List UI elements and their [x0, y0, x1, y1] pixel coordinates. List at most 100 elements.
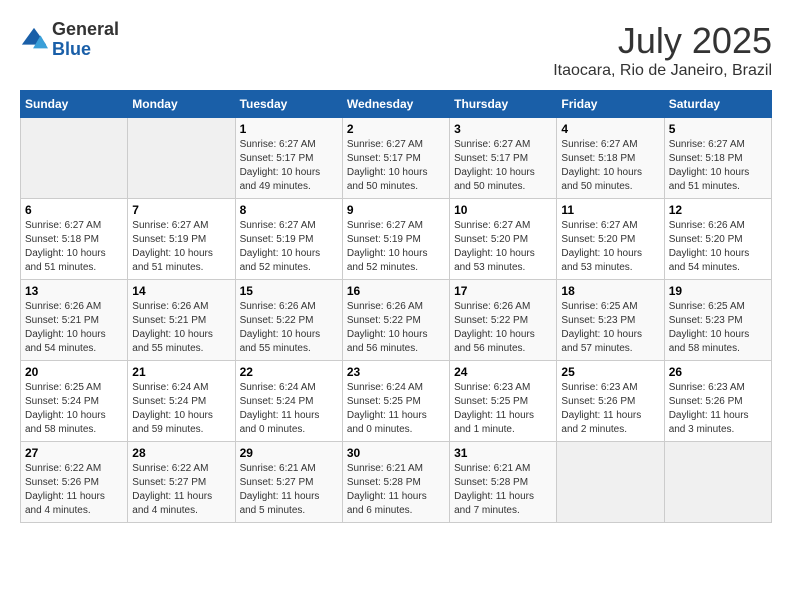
day-number: 20: [25, 365, 123, 379]
day-info: Sunrise: 6:27 AMSunset: 5:19 PMDaylight:…: [132, 219, 230, 275]
column-header-wednesday: Wednesday: [342, 91, 449, 118]
day-info: Sunrise: 6:26 AMSunset: 5:21 PMDaylight:…: [132, 300, 230, 356]
day-info: Sunrise: 6:21 AMSunset: 5:28 PMDaylight:…: [347, 462, 445, 518]
calendar-cell: 30 Sunrise: 6:21 AMSunset: 5:28 PMDayligh…: [342, 442, 449, 523]
day-number: 29: [240, 446, 338, 460]
day-info: Sunrise: 6:27 AMSunset: 5:18 PMDaylight:…: [561, 138, 659, 194]
calendar-cell: 3Sunrise: 6:27 AMSunset: 5:17 PMDaylight…: [450, 118, 557, 199]
calendar-week-row: 20 Sunrise: 6:25 AMSunset: 5:24 PMDayligh…: [21, 361, 772, 442]
calendar-cell: 31 Sunrise: 6:21 AMSunset: 5:28 PMDayligh…: [450, 442, 557, 523]
day-info: Sunrise: 6:27 AMSunset: 5:19 PMDaylight:…: [240, 219, 338, 275]
calendar-cell: 23 Sunrise: 6:24 AMSunset: 5:25 PMDayligh…: [342, 361, 449, 442]
calendar-cell: 9 Sunrise: 6:27 AMSunset: 5:19 PMDaylight…: [342, 199, 449, 280]
day-number: 7: [132, 203, 230, 217]
calendar-cell: 25 Sunrise: 6:23 AMSunset: 5:26 PMDayligh…: [557, 361, 664, 442]
day-info: Sunrise: 6:27 AMSunset: 5:20 PMDaylight:…: [561, 219, 659, 275]
day-info: Sunrise: 6:24 AMSunset: 5:25 PMDaylight:…: [347, 381, 445, 437]
day-number: 19: [669, 284, 767, 298]
day-info: Sunrise: 6:27 AMSunset: 5:18 PMDaylight:…: [669, 138, 767, 194]
calendar-cell: [128, 118, 235, 199]
calendar-cell: 22 Sunrise: 6:24 AMSunset: 5:24 PMDayligh…: [235, 361, 342, 442]
day-info: Sunrise: 6:23 AMSunset: 5:26 PMDaylight:…: [669, 381, 767, 437]
day-info: Sunrise: 6:25 AMSunset: 5:24 PMDaylight:…: [25, 381, 123, 437]
day-number: 31: [454, 446, 552, 460]
day-number: 11: [561, 203, 659, 217]
calendar-cell: [557, 442, 664, 523]
day-number: 15: [240, 284, 338, 298]
day-number: 22: [240, 365, 338, 379]
day-number: 25: [561, 365, 659, 379]
day-number: 12: [669, 203, 767, 217]
day-number: 13: [25, 284, 123, 298]
logo-icon: [20, 26, 48, 54]
calendar-cell: 18 Sunrise: 6:25 AMSunset: 5:23 PMDayligh…: [557, 280, 664, 361]
month-year: July 2025: [553, 20, 772, 62]
column-header-tuesday: Tuesday: [235, 91, 342, 118]
calendar-cell: 11 Sunrise: 6:27 AMSunset: 5:20 PMDayligh…: [557, 199, 664, 280]
day-number: 14: [132, 284, 230, 298]
day-number: 4: [561, 122, 659, 136]
calendar-cell: [21, 118, 128, 199]
calendar-cell: 5 Sunrise: 6:27 AMSunset: 5:18 PMDaylight…: [664, 118, 771, 199]
day-info: Sunrise: 6:27 AMSunset: 5:17 PMDaylight:…: [347, 138, 445, 194]
calendar-cell: 26Sunrise: 6:23 AMSunset: 5:26 PMDayligh…: [664, 361, 771, 442]
logo-blue: Blue: [52, 40, 119, 60]
day-number: 27: [25, 446, 123, 460]
calendar-week-row: 1 Sunrise: 6:27 AMSunset: 5:17 PMDaylight…: [21, 118, 772, 199]
day-info: Sunrise: 6:27 AMSunset: 5:20 PMDaylight:…: [454, 219, 552, 275]
day-info: Sunrise: 6:26 AMSunset: 5:21 PMDaylight:…: [25, 300, 123, 356]
page-header: General Blue July 2025 Itaocara, Rio de …: [20, 20, 772, 80]
column-header-sunday: Sunday: [21, 91, 128, 118]
day-info: Sunrise: 6:27 AMSunset: 5:17 PMDaylight:…: [240, 138, 338, 194]
day-info: Sunrise: 6:26 AMSunset: 5:20 PMDaylight:…: [669, 219, 767, 275]
logo-general: General: [52, 20, 119, 40]
day-number: 6: [25, 203, 123, 217]
logo: General Blue: [20, 20, 119, 60]
title-block: July 2025 Itaocara, Rio de Janeiro, Braz…: [553, 20, 772, 80]
day-number: 8: [240, 203, 338, 217]
day-number: 23: [347, 365, 445, 379]
calendar-cell: 14 Sunrise: 6:26 AMSunset: 5:21 PMDayligh…: [128, 280, 235, 361]
calendar-cell: 21 Sunrise: 6:24 AMSunset: 5:24 PMDayligh…: [128, 361, 235, 442]
calendar-cell: 6 Sunrise: 6:27 AMSunset: 5:18 PMDaylight…: [21, 199, 128, 280]
calendar-cell: 13 Sunrise: 6:26 AMSunset: 5:21 PMDayligh…: [21, 280, 128, 361]
calendar-cell: [664, 442, 771, 523]
day-info: Sunrise: 6:27 AMSunset: 5:18 PMDaylight:…: [25, 219, 123, 275]
calendar-cell: 16 Sunrise: 6:26 AMSunset: 5:22 PMDayligh…: [342, 280, 449, 361]
day-number: 24: [454, 365, 552, 379]
calendar-header-row: SundayMondayTuesdayWednesdayThursdayFrid…: [21, 91, 772, 118]
day-number: 9: [347, 203, 445, 217]
day-info: Sunrise: 6:22 AMSunset: 5:26 PMDaylight:…: [25, 462, 123, 518]
day-number: 2: [347, 122, 445, 136]
day-info: Sunrise: 6:25 AMSunset: 5:23 PMDaylight:…: [561, 300, 659, 356]
day-info: Sunrise: 6:22 AMSunset: 5:27 PMDaylight:…: [132, 462, 230, 518]
day-info: Sunrise: 6:23 AMSunset: 5:26 PMDaylight:…: [561, 381, 659, 437]
day-number: 21: [132, 365, 230, 379]
calendar-cell: 15Sunrise: 6:26 AMSunset: 5:22 PMDayligh…: [235, 280, 342, 361]
day-number: 3: [454, 122, 552, 136]
calendar-cell: 17Sunrise: 6:26 AMSunset: 5:22 PMDayligh…: [450, 280, 557, 361]
calendar-week-row: 6 Sunrise: 6:27 AMSunset: 5:18 PMDaylight…: [21, 199, 772, 280]
calendar-cell: 12 Sunrise: 6:26 AMSunset: 5:20 PMDayligh…: [664, 199, 771, 280]
day-number: 16: [347, 284, 445, 298]
calendar-cell: 2 Sunrise: 6:27 AMSunset: 5:17 PMDaylight…: [342, 118, 449, 199]
day-number: 28: [132, 446, 230, 460]
day-info: Sunrise: 6:24 AMSunset: 5:24 PMDaylight:…: [240, 381, 338, 437]
day-number: 30: [347, 446, 445, 460]
day-number: 1: [240, 122, 338, 136]
day-number: 5: [669, 122, 767, 136]
day-number: 18: [561, 284, 659, 298]
calendar-cell: 29Sunrise: 6:21 AMSunset: 5:27 PMDayligh…: [235, 442, 342, 523]
column-header-monday: Monday: [128, 91, 235, 118]
day-info: Sunrise: 6:23 AMSunset: 5:25 PMDaylight:…: [454, 381, 552, 437]
calendar-week-row: 13 Sunrise: 6:26 AMSunset: 5:21 PMDayligh…: [21, 280, 772, 361]
logo-text: General Blue: [52, 20, 119, 60]
calendar-cell: 1 Sunrise: 6:27 AMSunset: 5:17 PMDaylight…: [235, 118, 342, 199]
day-info: Sunrise: 6:27 AMSunset: 5:19 PMDaylight:…: [347, 219, 445, 275]
calendar-cell: 27 Sunrise: 6:22 AMSunset: 5:26 PMDayligh…: [21, 442, 128, 523]
day-info: Sunrise: 6:26 AMSunset: 5:22 PMDaylight:…: [347, 300, 445, 356]
calendar-cell: 24 Sunrise: 6:23 AMSunset: 5:25 PMDayligh…: [450, 361, 557, 442]
day-info: Sunrise: 6:24 AMSunset: 5:24 PMDaylight:…: [132, 381, 230, 437]
calendar-cell: 10Sunrise: 6:27 AMSunset: 5:20 PMDayligh…: [450, 199, 557, 280]
day-info: Sunrise: 6:21 AMSunset: 5:28 PMDaylight:…: [454, 462, 552, 518]
